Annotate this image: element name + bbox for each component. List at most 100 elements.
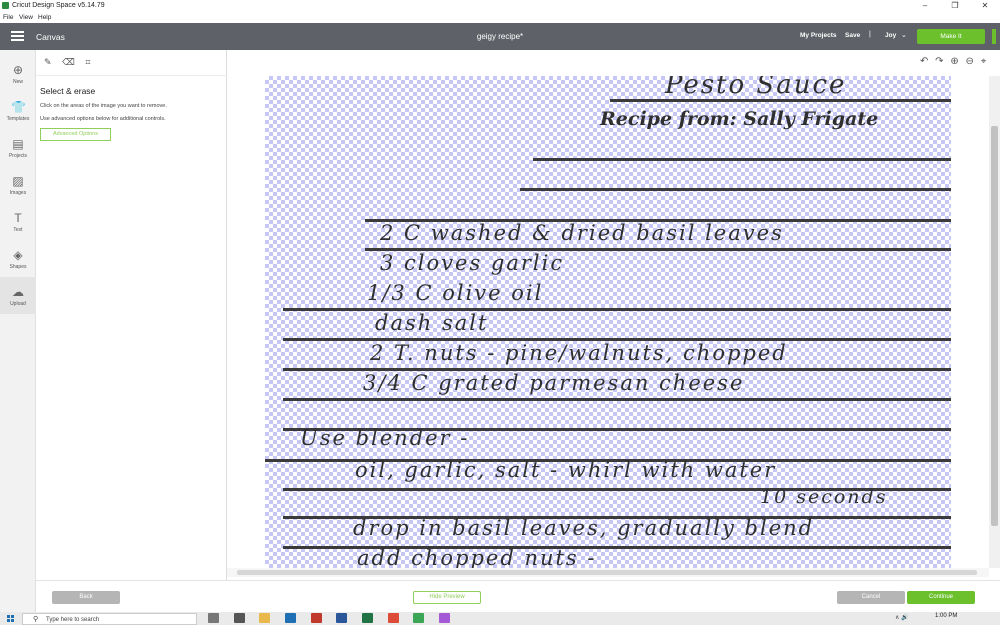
clock: 1:00 PM (935, 613, 958, 619)
cloud-upload-icon: ☁ (12, 285, 24, 299)
search-icon: ⚲ (33, 616, 39, 623)
header-accent-edge (992, 29, 996, 44)
window-titlebar: Cricut Design Space v5.14.79 – ❐ ✕ (0, 0, 1000, 12)
instruction-line: add chopped nuts - (357, 546, 597, 568)
redo-icon[interactable]: ↷ (935, 56, 943, 67)
eraser-icon[interactable]: ⌫ (62, 57, 75, 67)
hide-preview-button[interactable]: Hide Preview (413, 591, 481, 604)
nav-label: Shapes (9, 264, 27, 270)
app-icon[interactable] (233, 613, 245, 623)
zoom-in-icon[interactable]: ⊕ (950, 56, 958, 67)
nav-label: Templates (6, 116, 30, 122)
nav-images[interactable]: ▨ Images (0, 166, 36, 203)
nav-shapes[interactable]: ◈ Shapes (0, 240, 36, 277)
chrome-icon[interactable] (387, 613, 399, 623)
horizontal-scrollbar[interactable] (227, 568, 989, 577)
nav-upload[interactable]: ☁ Upload (0, 277, 36, 314)
magic-wand-icon[interactable]: ✎ (44, 57, 52, 67)
app-icon[interactable] (310, 613, 322, 623)
app-icon[interactable] (439, 613, 451, 623)
uploaded-image[interactable]: Pesto Sauce Recipe from: Sally Frigate 2… (265, 76, 951, 568)
window-title: Cricut Design Space v5.14.79 (12, 2, 105, 9)
ingredient-line: dash salt (375, 311, 489, 335)
image-icon: ▨ (12, 174, 24, 188)
nav-label: Projects (8, 153, 28, 159)
excel-icon[interactable] (362, 613, 374, 623)
nav-templates[interactable]: 👕 Templates (0, 92, 36, 129)
instruction-line: drop in basil leaves, gradually blend (353, 516, 815, 540)
rule-line (283, 398, 951, 401)
my-projects-link[interactable]: My Projects (800, 32, 837, 39)
text-icon: T (14, 211, 22, 225)
header-separator: | (869, 31, 871, 38)
taskbar-search[interactable]: ⚲ Type here to search (22, 613, 197, 625)
word-icon[interactable] (336, 613, 348, 623)
app-logo-icon (2, 2, 9, 9)
search-placeholder: Type here to search (46, 617, 100, 623)
save-link[interactable]: Save (845, 32, 860, 39)
nav-new[interactable]: ⊕ New (0, 55, 36, 92)
zoom-out-icon[interactable]: ⊖ (966, 56, 974, 67)
crop-icon[interactable]: ⌗ (85, 57, 90, 67)
nav-label: Upload (10, 301, 26, 307)
chevron-down-icon[interactable]: ⌄ (901, 31, 907, 39)
file-explorer-icon[interactable] (259, 613, 271, 623)
ingredient-line: 1/3 C olive oil (367, 281, 544, 305)
panel-toolbar: ✎ ⌫ ⌗ (44, 57, 98, 68)
rule-line (533, 158, 951, 161)
task-view-icon[interactable] (208, 613, 219, 623)
windows-taskbar: ⚲ Type here to search ∧ 🔊 1:00 PM (0, 612, 1000, 625)
undo-icon[interactable]: ↶ (920, 56, 928, 67)
handwritten-recipe: Pesto Sauce Recipe from: Sally Frigate 2… (265, 76, 951, 568)
toolbar-divider (36, 75, 227, 76)
plus-circle-icon: ⊕ (12, 63, 24, 77)
app-header: Canvas geigy recipe* My Projects Save | … (0, 23, 1000, 50)
instruction-line: Use blender - (300, 426, 470, 450)
menu-bar: File View Help (0, 12, 1000, 23)
instruction-line: 10 seconds (760, 486, 888, 508)
ingredient-line: 2 T. nuts - pine/walnuts, chopped (370, 341, 788, 365)
projects-icon: ▤ (12, 137, 24, 151)
nav-label: Text (13, 227, 23, 233)
menu-help[interactable]: Help (38, 14, 51, 21)
select-erase-panel: ✎ ⌫ ⌗ Select & erase Click on the areas … (36, 50, 227, 580)
cancel-button[interactable]: Cancel (837, 591, 905, 604)
fit-icon[interactable]: ⌖ (981, 56, 987, 67)
scroll-thumb[interactable] (991, 126, 998, 526)
back-button[interactable]: Back (52, 591, 120, 604)
shirt-icon: 👕 (11, 100, 26, 114)
nav-projects[interactable]: ▤ Projects (0, 129, 36, 166)
canvas-toolbar: ↶ ↷ ⊕ ⊖ ⌖ (920, 56, 990, 67)
nav-label: Images (9, 190, 27, 196)
nav-label: New (12, 79, 23, 85)
shapes-icon: ◈ (13, 248, 23, 262)
canvas-area[interactable]: Pesto Sauce Recipe from: Sally Frigate 2… (227, 76, 989, 568)
instruction-text: Click on the areas of the image you want… (40, 103, 167, 109)
cricut-icon[interactable] (413, 613, 425, 623)
instruction-text-2: Use advanced options below for additiona… (40, 116, 166, 122)
left-nav: ⊕ New 👕 Templates ▤ Projects ▨ Images T … (0, 50, 36, 612)
panel-title: Select & erase (40, 86, 96, 96)
system-tray[interactable]: ∧ 🔊 (895, 614, 909, 621)
windows-start-icon[interactable] (7, 615, 15, 623)
menu-view[interactable]: View (19, 14, 33, 21)
scroll-thumb[interactable] (237, 570, 977, 575)
rule-line (520, 188, 951, 191)
recipe-title: Pesto Sauce (665, 76, 847, 100)
vertical-scrollbar[interactable] (989, 76, 1000, 568)
advanced-options-button[interactable]: Advanced Options (40, 128, 111, 141)
taskbar-apps (208, 613, 463, 625)
ingredient-line: 2 C washed & dried basil leaves (380, 221, 784, 245)
instruction-line: oil, garlic, salt - whirl with water (355, 458, 777, 482)
nav-text[interactable]: T Text (0, 203, 36, 240)
continue-button[interactable]: Continue (907, 591, 975, 604)
ingredient-line: 3 cloves garlic (380, 251, 565, 275)
maximize-button[interactable]: ❐ (940, 0, 970, 12)
menu-file[interactable]: File (3, 14, 13, 21)
user-menu[interactable]: Joy (885, 32, 896, 39)
ingredient-line: 3/4 C grated parmesan cheese (363, 371, 745, 395)
close-window-button[interactable]: ✕ (970, 0, 1000, 12)
mail-icon[interactable] (285, 613, 297, 623)
minimize-button[interactable]: – (910, 0, 940, 12)
make-it-button[interactable]: Make It (917, 29, 985, 44)
